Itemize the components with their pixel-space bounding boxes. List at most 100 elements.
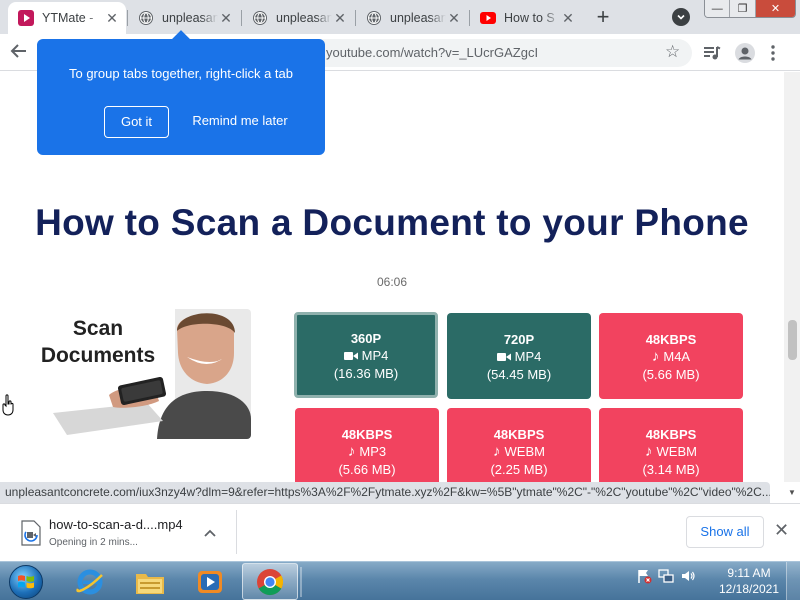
download-status: Opening in 2 mins...	[49, 537, 138, 548]
download-size: (5.66 MB)	[338, 462, 396, 477]
youtube-icon	[480, 10, 496, 26]
video-camera-icon	[343, 352, 358, 360]
globe-icon	[138, 10, 154, 26]
minimize-button[interactable]: —	[705, 0, 731, 17]
download-quality: 48KBPS	[645, 332, 697, 347]
tab-ytmate[interactable]: YTMate - ✕	[8, 2, 126, 34]
download-format: ♪ WEBM	[447, 443, 591, 461]
internet-explorer-icon[interactable]	[62, 563, 118, 600]
thumbnail-caption-line: Scan	[72, 317, 124, 340]
video-title: How to Scan a Document to your Phone	[35, 202, 749, 243]
network-icon[interactable]	[658, 568, 674, 589]
download-format-label: MP4	[361, 348, 389, 363]
download-format-label: WEBM	[656, 444, 697, 459]
music-note-icon: ♪	[347, 443, 356, 460]
download-format-label: MP3	[359, 444, 387, 459]
tab-title: unpleasant	[162, 11, 218, 25]
tab-title: YTMate -	[42, 11, 94, 25]
music-note-icon: ♪	[493, 443, 501, 460]
download-quality: 720P	[503, 332, 535, 347]
download-format: ♪ WEBM	[599, 443, 743, 461]
media-player-icon[interactable]	[182, 563, 238, 600]
close-icon[interactable]: ✕	[774, 520, 789, 541]
page-scrollbar[interactable]: ▼	[784, 72, 800, 497]
tab-unpleasant-3[interactable]: unpleasant ✕	[356, 2, 468, 34]
profile-avatar-icon[interactable]	[735, 43, 755, 63]
system-clock[interactable]: 9:11 AM 12/18/2021	[716, 565, 782, 597]
show-all-button[interactable]: Show all	[686, 516, 764, 548]
chrome-icon[interactable]	[242, 563, 298, 600]
download-size: (3.14 MB)	[642, 462, 700, 477]
tab-close-icon[interactable]: ✕	[104, 10, 120, 26]
download-size: (2.25 MB)	[490, 462, 548, 477]
show-desktop-button[interactable]	[786, 562, 800, 601]
new-tab-button[interactable]: +	[592, 6, 614, 29]
music-note-icon: ♪	[645, 443, 653, 460]
taskbar-divider	[300, 567, 302, 597]
action-center-flag-icon[interactable]	[636, 568, 652, 589]
video-camera-icon	[496, 353, 511, 361]
kebab-menu-icon[interactable]	[771, 43, 775, 63]
download-shelf: how-to-scan-a-d....mp4 Opening in 2 mins…	[0, 503, 800, 561]
download-size: (16.36 MB)	[333, 366, 399, 381]
status-url: unpleasantconcrete.com/iux3nzy4w?dlm=9&r…	[5, 485, 770, 499]
download-quality: 360P	[350, 331, 382, 346]
divider	[236, 510, 237, 554]
music-note-icon: ♪	[651, 348, 660, 365]
file-explorer-icon[interactable]	[122, 563, 178, 600]
tab-close-icon[interactable]: ✕	[560, 10, 576, 26]
promo-message: To group tabs together, right-click a ta…	[68, 66, 293, 81]
start-button[interactable]	[4, 562, 48, 601]
download-button-48kbps-mp3[interactable]: 48KBPS ♪ MP3 (5.66 MB)	[295, 408, 439, 482]
tab-unpleasant-2[interactable]: unpleasant ✕	[242, 2, 354, 34]
download-quality: 48KBPS	[341, 427, 393, 442]
close-window-button[interactable]: ✕	[755, 0, 795, 17]
globe-icon	[366, 10, 382, 26]
clock-date: 12/18/2021	[718, 582, 780, 596]
download-button-48kbps-webm-2[interactable]: 48KBPS ♪ WEBM (3.14 MB)	[599, 408, 743, 482]
tab-unpleasant-1[interactable]: unpleasant ✕	[128, 2, 240, 34]
download-button-720p-mp4[interactable]: 720P MP4 (54.45 MB)	[447, 313, 591, 399]
tab-close-icon[interactable]: ✕	[332, 10, 348, 26]
download-button-360p-mp4[interactable]: 360P MP4 (16.36 MB)	[294, 312, 438, 398]
download-format-label: WEBM	[504, 444, 545, 459]
download-format-label: M4A	[663, 349, 691, 364]
address-bar[interactable]: youtube.com/watch?v=_LUcrGAZgcI	[300, 39, 692, 67]
thumbnail-caption: Scan Documents	[33, 315, 163, 369]
remind-me-later-button[interactable]: Remind me later	[185, 106, 295, 138]
tab-search-button[interactable]	[672, 8, 690, 26]
tab-close-icon[interactable]: ✕	[446, 10, 462, 26]
url-text: youtube.com/watch?v=_LUcrGAZgcI	[326, 45, 539, 60]
chevron-up-icon[interactable]	[204, 525, 216, 540]
tab-youtube[interactable]: How to S ✕	[470, 2, 582, 34]
download-format: MP4	[447, 348, 591, 366]
back-arrow-icon[interactable]	[10, 42, 28, 65]
download-format: ♪ MP3	[295, 443, 439, 461]
taskbar: 9:11 AM 12/18/2021	[0, 561, 800, 601]
video-thumbnail: Scan Documents	[27, 309, 251, 439]
window-controls: — ❐ ✕	[704, 0, 796, 18]
scrollbar-thumb[interactable]	[788, 320, 797, 360]
got-it-button[interactable]: Got it	[104, 106, 169, 138]
download-button-48kbps-m4a[interactable]: 48KBPS ♪ M4A (5.66 MB)	[599, 313, 743, 399]
chevron-down-icon	[677, 14, 685, 20]
restore-button[interactable]: ❐	[730, 0, 756, 17]
download-item[interactable]: how-to-scan-a-d....mp4 Opening in 2 mins…	[10, 509, 236, 555]
download-size: (54.45 MB)	[486, 367, 552, 382]
scroll-down-arrow-icon[interactable]: ▼	[788, 488, 796, 497]
video-file-icon	[21, 520, 41, 546]
media-queue-icon[interactable]	[703, 43, 721, 63]
globe-icon	[252, 10, 268, 26]
download-size: (5.66 MB)	[642, 367, 700, 382]
bookmark-star-icon[interactable]: ☆	[665, 42, 680, 62]
download-quality: 48KBPS	[493, 427, 545, 442]
thumbnail-caption-line: Documents	[40, 344, 156, 367]
tab-title: unpleasant	[276, 11, 332, 25]
download-format: ♪ M4A	[599, 348, 743, 366]
download-button-48kbps-webm[interactable]: 48KBPS ♪ WEBM (2.25 MB)	[447, 408, 591, 482]
volume-icon[interactable]	[680, 568, 696, 589]
tab-strip: YTMate - ✕ unpleasant ✕ unpleasant ✕ unp…	[0, 0, 800, 34]
tab-close-icon[interactable]: ✕	[218, 10, 234, 26]
tab-title: unpleasant	[390, 11, 446, 25]
download-quality: 48KBPS	[645, 427, 697, 442]
